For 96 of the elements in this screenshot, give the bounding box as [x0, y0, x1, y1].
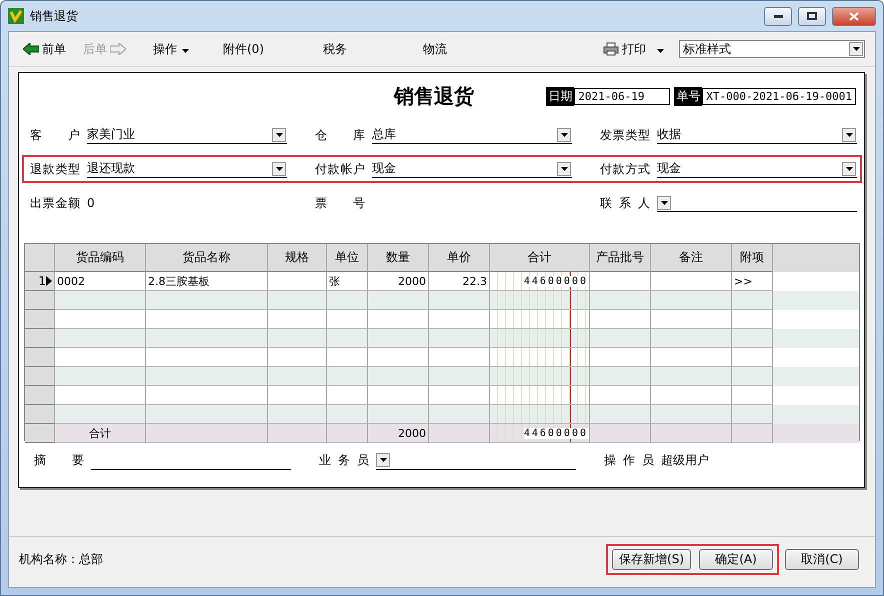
row-header: [25, 310, 55, 329]
row-header: [25, 405, 55, 424]
dropdown-button[interactable]: [272, 162, 286, 176]
dropdown-button[interactable]: [842, 128, 856, 142]
table-cell: [429, 424, 490, 443]
row-header: [25, 367, 55, 386]
row-header: [25, 329, 55, 348]
column-header: 规格: [268, 244, 327, 272]
column-header: 附项: [732, 244, 773, 272]
field-label: 业务员: [319, 452, 369, 469]
field-value: 超级用户: [661, 452, 709, 469]
field-label: 付款方式: [600, 160, 650, 178]
dropdown-button[interactable]: [657, 196, 671, 210]
dropdown-button[interactable]: [272, 128, 286, 142]
toolbar-button[interactable]: 操作: [149, 38, 219, 60]
field-label: 票 号: [315, 194, 365, 212]
dropdown-button[interactable]: [557, 162, 571, 176]
field-label: 出票金额: [30, 194, 80, 212]
caret-icon: [660, 200, 668, 204]
table-cell: [268, 424, 327, 443]
dialog-button[interactable]: 确定(A): [699, 548, 773, 570]
date-label: 日期: [546, 86, 574, 106]
caret-icon: [560, 166, 568, 170]
field-label: 发票类型: [600, 126, 650, 144]
maximize-icon: [807, 12, 817, 20]
current-row-icon: [46, 276, 52, 286]
table-cell: [327, 424, 368, 443]
caret-icon: [846, 132, 852, 136]
dropdown-button[interactable]: [842, 162, 856, 176]
row-number: 1: [38, 274, 46, 288]
field-label: 仓 库: [315, 126, 365, 144]
caret-icon: [276, 132, 282, 136]
dropdown-button[interactable]: [376, 453, 390, 467]
field-label: 操作员: [604, 452, 654, 469]
toolbar-button[interactable]: 前单: [19, 38, 79, 60]
column-header: 合计: [490, 244, 590, 272]
table-cell: [732, 424, 773, 443]
org-name: 机构名称：总部: [19, 550, 104, 568]
dropdown-button[interactable]: [849, 42, 863, 56]
column-header: 货品编码: [55, 244, 146, 272]
row-header: [25, 348, 55, 367]
left-arrow-icon: [23, 43, 39, 55]
maximize-button[interactable]: [798, 6, 826, 26]
close-icon: [849, 12, 859, 20]
minimize-icon: [774, 14, 782, 18]
caret-icon: [276, 166, 282, 170]
number-field[interactable]: XT-000-2021-06-19-0001: [702, 88, 856, 104]
caret-icon: [657, 49, 664, 53]
field-value: 0: [87, 196, 95, 210]
window-title: 销售退货: [30, 8, 79, 24]
table-cell: 2000: [368, 424, 429, 443]
column-header: 产品批号: [590, 244, 651, 272]
dropdown-field[interactable]: 退还现款: [87, 160, 287, 178]
dropdown-button[interactable]: [557, 128, 571, 142]
caret-icon: [846, 166, 852, 170]
style-select[interactable]: 标准样式: [679, 40, 865, 58]
field-label: 退款类型: [30, 160, 80, 178]
table-cell: [590, 424, 651, 443]
table-cell: 合计: [55, 424, 146, 443]
printer-icon: [603, 42, 619, 56]
date-field[interactable]: 2021-06-19: [574, 88, 670, 104]
dropdown-field[interactable]: [376, 452, 576, 470]
column-header: 备注: [651, 244, 732, 272]
caret-icon: [852, 47, 860, 51]
field-label: 摘 要: [34, 452, 84, 469]
toolbar-button[interactable]: 附件(0): [219, 38, 319, 60]
dropdown-field[interactable]: [657, 194, 857, 212]
amount-cell: 44600000: [490, 272, 590, 291]
dropdown-field[interactable]: 现金: [657, 160, 857, 178]
dropdown-field[interactable]: 收据: [657, 126, 857, 144]
caret-icon: [560, 132, 568, 136]
field-label: 客 户: [30, 126, 80, 144]
dropdown-field[interactable]: 总库: [372, 126, 572, 144]
number-label: 单号: [674, 86, 702, 106]
column-header: 单位: [327, 244, 368, 272]
dropdown-field[interactable]: 家美门业: [87, 126, 287, 144]
field-label: 联系人: [600, 194, 650, 212]
form-title: 销售退货: [394, 82, 475, 110]
column-header: 单价: [429, 244, 490, 272]
toolbar-button[interactable]: 物流: [419, 38, 519, 60]
dropdown-field[interactable]: 现金: [372, 160, 572, 178]
toolbar-button[interactable]: 打印: [599, 38, 669, 60]
row-header: [25, 386, 55, 405]
column-header: 货品名称: [146, 244, 268, 272]
minimize-button[interactable]: [764, 6, 792, 26]
amount-cell: 44600000: [490, 424, 590, 443]
caret-icon: [182, 49, 189, 53]
close-button[interactable]: [832, 6, 876, 26]
dialog-button[interactable]: 保存新增(S): [612, 548, 691, 570]
column-header: 数量: [368, 244, 429, 272]
field-label: 付款帐户: [315, 160, 365, 178]
toolbar-button[interactable]: 税务: [319, 38, 419, 60]
dialog-button[interactable]: 取消(C): [785, 548, 859, 570]
app-logo-icon: [8, 8, 24, 24]
right-arrow-icon: [110, 43, 126, 55]
caret-icon: [380, 458, 386, 462]
